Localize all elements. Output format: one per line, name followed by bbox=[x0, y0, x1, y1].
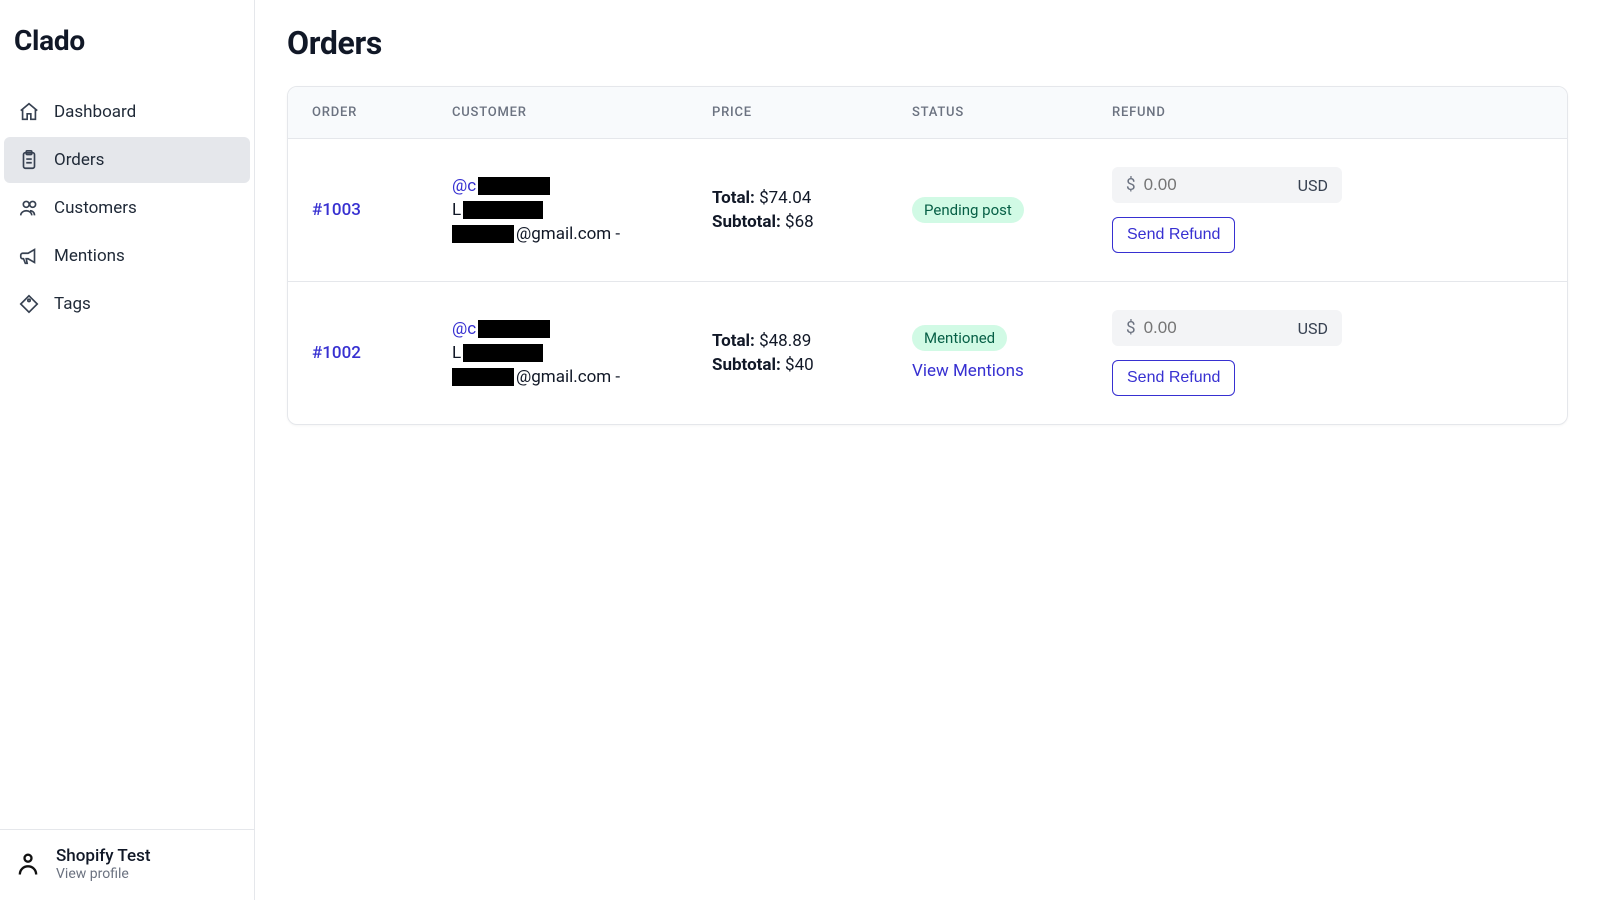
tag-icon bbox=[18, 293, 40, 315]
col-customer: CUSTOMER bbox=[428, 87, 688, 138]
status-badge: Mentioned bbox=[912, 325, 1007, 351]
clipboard-icon bbox=[18, 149, 40, 171]
cell-status: Pending post bbox=[888, 167, 1088, 253]
col-status: STATUS bbox=[888, 87, 1088, 138]
user-icon bbox=[14, 850, 42, 878]
redacted-text bbox=[463, 344, 543, 362]
brand-title: Clado bbox=[0, 0, 254, 81]
sidebar-item-label: Tags bbox=[54, 294, 91, 314]
col-order: ORDER bbox=[288, 87, 428, 138]
table-row: #1003 @c L @gmail.com - Total: $74.04 Su… bbox=[288, 139, 1567, 282]
sidebar-nav: Dashboard Orders Customers Mentions Tags bbox=[0, 81, 254, 329]
currency-symbol: $ bbox=[1126, 318, 1136, 338]
order-link[interactable]: #1003 bbox=[312, 200, 404, 220]
currency-symbol: $ bbox=[1126, 175, 1136, 195]
cell-price: Total: $48.89 Subtotal: $40 bbox=[688, 310, 888, 396]
megaphone-icon bbox=[18, 245, 40, 267]
redacted-text bbox=[452, 225, 514, 243]
refund-amount-input[interactable] bbox=[1144, 318, 1298, 338]
sidebar-item-customers[interactable]: Customers bbox=[4, 185, 250, 231]
col-refund: REFUND bbox=[1088, 87, 1428, 138]
cell-order: #1002 bbox=[288, 310, 428, 396]
main-content: Orders ORDER CUSTOMER PRICE STATUS REFUN… bbox=[255, 0, 1600, 900]
redacted-text bbox=[478, 320, 550, 338]
sidebar-item-orders[interactable]: Orders bbox=[4, 137, 250, 183]
redacted-text bbox=[463, 201, 543, 219]
sidebar-profile[interactable]: Shopify Test View profile bbox=[0, 829, 254, 900]
currency-code: USD bbox=[1298, 176, 1328, 195]
users-icon bbox=[18, 197, 40, 219]
table-header: ORDER CUSTOMER PRICE STATUS REFUND bbox=[288, 87, 1567, 139]
profile-name: Shopify Test bbox=[56, 846, 151, 866]
sidebar-item-label: Dashboard bbox=[54, 102, 136, 122]
status-badge: Pending post bbox=[912, 197, 1024, 223]
profile-view-link[interactable]: View profile bbox=[56, 866, 151, 882]
refund-input-group: $ USD bbox=[1112, 310, 1342, 346]
sidebar-item-label: Customers bbox=[54, 198, 137, 218]
customer-name: L bbox=[452, 343, 664, 363]
home-icon bbox=[18, 101, 40, 123]
cell-refund: $ USD Send Refund bbox=[1088, 310, 1428, 396]
cell-refund: $ USD Send Refund bbox=[1088, 167, 1428, 253]
send-refund-button[interactable]: Send Refund bbox=[1112, 217, 1235, 253]
redacted-text bbox=[478, 177, 550, 195]
view-mentions-link[interactable]: View Mentions bbox=[912, 361, 1064, 381]
sidebar-item-label: Mentions bbox=[54, 246, 125, 266]
col-price: PRICE bbox=[688, 87, 888, 138]
sidebar-item-label: Orders bbox=[54, 150, 104, 170]
currency-code: USD bbox=[1298, 319, 1328, 338]
refund-amount-input[interactable] bbox=[1144, 175, 1298, 195]
customer-email: @gmail.com - bbox=[452, 224, 664, 244]
send-refund-button[interactable]: Send Refund bbox=[1112, 360, 1235, 396]
orders-table: ORDER CUSTOMER PRICE STATUS REFUND #1003… bbox=[287, 86, 1568, 425]
sidebar-item-dashboard[interactable]: Dashboard bbox=[4, 89, 250, 135]
order-link[interactable]: #1002 bbox=[312, 343, 404, 363]
sidebar-item-mentions[interactable]: Mentions bbox=[4, 233, 250, 279]
customer-handle[interactable]: @c bbox=[452, 176, 664, 196]
cell-customer: @c L @gmail.com - bbox=[428, 167, 688, 253]
sidebar-item-tags[interactable]: Tags bbox=[4, 281, 250, 327]
cell-order: #1003 bbox=[288, 167, 428, 253]
cell-price: Total: $74.04 Subtotal: $68 bbox=[688, 167, 888, 253]
customer-handle[interactable]: @c bbox=[452, 319, 664, 339]
table-row: #1002 @c L @gmail.com - Total: $48.89 Su… bbox=[288, 282, 1567, 424]
customer-name: L bbox=[452, 200, 664, 220]
cell-customer: @c L @gmail.com - bbox=[428, 310, 688, 396]
redacted-text bbox=[452, 368, 514, 386]
refund-input-group: $ USD bbox=[1112, 167, 1342, 203]
sidebar: Clado Dashboard Orders Customers Mention… bbox=[0, 0, 255, 900]
cell-status: Mentioned View Mentions bbox=[888, 310, 1088, 396]
page-title: Orders bbox=[287, 24, 1568, 62]
customer-email: @gmail.com - bbox=[452, 367, 664, 387]
